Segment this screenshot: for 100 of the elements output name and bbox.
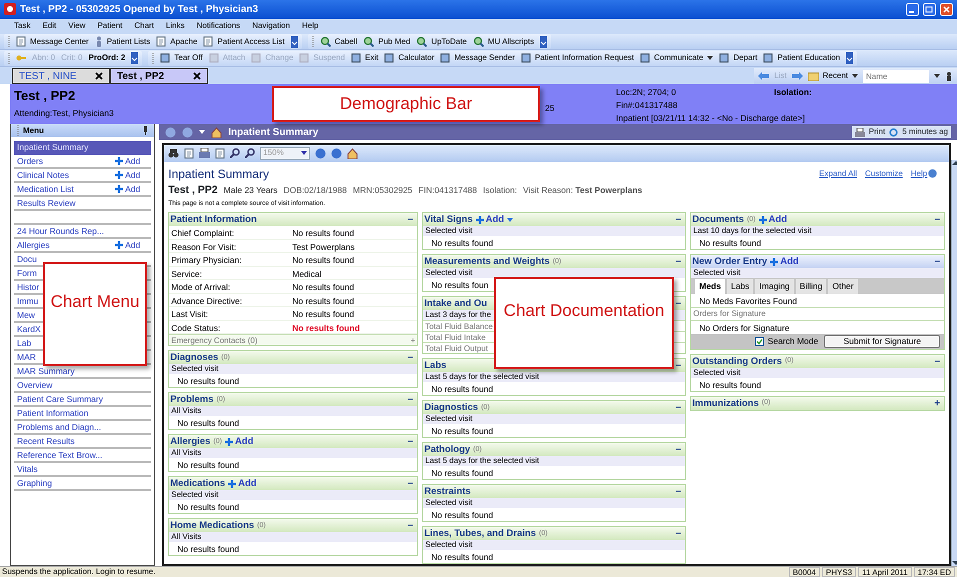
binoculars-icon[interactable]: [168, 148, 180, 158]
plus-icon[interactable]: [224, 438, 233, 446]
chevron-icon[interactable]: [290, 36, 298, 48]
section-title[interactable]: Vital Signs: [424, 212, 473, 228]
person-icon[interactable]: [94, 36, 103, 48]
menu-item[interactable]: Allergies: [17, 238, 50, 252]
grip-handle-icon[interactable]: [8, 52, 10, 64]
add-link[interactable]: Add: [476, 212, 504, 228]
section-title[interactable]: Labs: [424, 358, 446, 374]
menu-item[interactable]: Edit: [42, 20, 56, 32]
toolbar-button[interactable]: Patient Education: [763, 52, 840, 64]
collapse-toggle[interactable]: –: [676, 214, 682, 225]
order-tab[interactable]: Labs: [726, 279, 754, 294]
collapse-toggle[interactable]: –: [408, 436, 414, 447]
menu-item[interactable]: Patient Information: [17, 406, 88, 420]
search-icon[interactable]: [363, 36, 374, 48]
subsection-label[interactable]: Emergency Contacts (0): [171, 335, 258, 346]
collapse-toggle[interactable]: –: [676, 486, 682, 497]
grip-handle-icon[interactable]: [17, 125, 19, 136]
collapse-toggle[interactable]: –: [408, 352, 414, 363]
section-title[interactable]: Immunizations: [692, 396, 759, 411]
menu-item[interactable]: View: [68, 20, 86, 32]
section-title[interactable]: Outstanding Orders: [692, 354, 782, 369]
section-title[interactable]: Patient Information: [170, 212, 257, 228]
menu-item[interactable]: Problems and Diagn...: [17, 420, 102, 434]
collapse-toggle[interactable]: –: [934, 214, 940, 225]
close-icon[interactable]: [95, 72, 103, 80]
collapse-toggle[interactable]: +: [934, 398, 940, 409]
menu-item[interactable]: MAR Summary: [17, 364, 75, 378]
collapse-toggle[interactable]: –: [934, 256, 940, 267]
forward-arrow-icon[interactable]: [792, 72, 803, 80]
menu-item[interactable]: Form: [17, 266, 37, 280]
person-search-icon[interactable]: [945, 71, 953, 82]
toolbar-button[interactable]: Communicate: [640, 52, 714, 64]
document-icon[interactable]: [156, 36, 166, 48]
menu-item[interactable]: Immu: [17, 294, 38, 308]
link[interactable]: Expand All: [819, 168, 857, 180]
toolbar-button[interactable]: Message Center: [16, 36, 89, 48]
menu-item[interactable]: Vitals: [17, 462, 38, 476]
name-search-field[interactable]: Name: [863, 70, 929, 83]
collapse-toggle[interactable]: –: [408, 478, 414, 489]
search-icon[interactable]: [416, 36, 428, 48]
collapse-toggle[interactable]: –: [676, 256, 682, 267]
section-title[interactable]: Documents: [692, 212, 744, 228]
toolbar-button[interactable]: MU Allscripts: [472, 36, 534, 48]
section-title[interactable]: Problems: [170, 392, 214, 408]
circle-icon[interactable]: [331, 148, 342, 159]
back-arrow-icon[interactable]: [758, 72, 770, 80]
menu-item[interactable]: Histor: [17, 280, 40, 294]
add-link[interactable]: Add: [224, 434, 254, 450]
section-title[interactable]: New Order Entry: [692, 254, 768, 270]
document-icon[interactable]: [16, 36, 26, 48]
checkbox-icon[interactable]: [754, 337, 764, 346]
document-icon[interactable]: [203, 36, 214, 48]
toolbar-button[interactable]: Tear Off: [160, 52, 203, 64]
toolbar-button[interactable]: Patient Lists: [94, 36, 150, 48]
toolbar-button[interactable]: Apache: [156, 36, 198, 48]
search-icon[interactable]: [472, 36, 484, 48]
toolbar-button[interactable]: Cabell: [320, 36, 358, 48]
home-icon[interactable]: [347, 148, 358, 159]
grip-handle-icon[interactable]: [152, 52, 154, 64]
grip-handle-icon[interactable]: [8, 36, 10, 48]
caret-icon[interactable]: [934, 74, 940, 78]
grip-handle-icon[interactable]: [312, 36, 314, 48]
menu-item[interactable]: Medication List: [17, 182, 74, 196]
pin-icon[interactable]: [143, 126, 148, 136]
chevron-icon[interactable]: [846, 52, 854, 64]
add-link[interactable]: Add: [228, 476, 257, 492]
caret-icon[interactable]: [301, 151, 308, 156]
home-icon[interactable]: [211, 126, 222, 138]
add-link[interactable]: Add: [770, 254, 799, 270]
menu-item[interactable]: Help: [302, 20, 318, 32]
toolbar-button[interactable]: UpToDate: [416, 36, 467, 48]
caret-icon[interactable]: [199, 130, 206, 134]
link[interactable]: Help: [910, 168, 928, 180]
collapse-toggle[interactable]: –: [676, 360, 682, 371]
collapse-toggle[interactable]: –: [676, 402, 682, 413]
magnifier-icon[interactable]: [230, 148, 240, 158]
collapse-toggle[interactable]: –: [408, 394, 414, 405]
section-title[interactable]: Diagnostics: [424, 400, 478, 416]
order-tab[interactable]: Imaging: [755, 279, 794, 294]
menu-item[interactable]: Docu: [17, 252, 37, 266]
section-title[interactable]: Lines, Tubes, and Drains: [424, 526, 536, 542]
section-title[interactable]: Allergies: [170, 434, 210, 450]
expand-toggle[interactable]: +: [410, 335, 416, 346]
add-link[interactable]: Add: [115, 168, 140, 182]
menu-item[interactable]: 24 Hour Rounds Rep...: [17, 224, 104, 238]
add-link[interactable]: Add: [115, 182, 140, 196]
plus-icon[interactable]: [115, 241, 124, 250]
caret-icon[interactable]: [852, 74, 858, 78]
page-icon[interactable]: [215, 148, 226, 159]
chevron-icon[interactable]: [540, 36, 548, 48]
circle-icon[interactable]: [315, 148, 326, 159]
link[interactable]: Customize: [864, 168, 903, 180]
section-title[interactable]: Intake and Ou: [424, 296, 488, 312]
menu-item[interactable]: Lab: [17, 336, 32, 350]
chevron-icon[interactable]: [131, 52, 138, 64]
collapse-toggle[interactable]: –: [408, 214, 414, 225]
section-title[interactable]: Medications: [170, 476, 226, 492]
menu-item[interactable]: Overview: [17, 378, 52, 392]
